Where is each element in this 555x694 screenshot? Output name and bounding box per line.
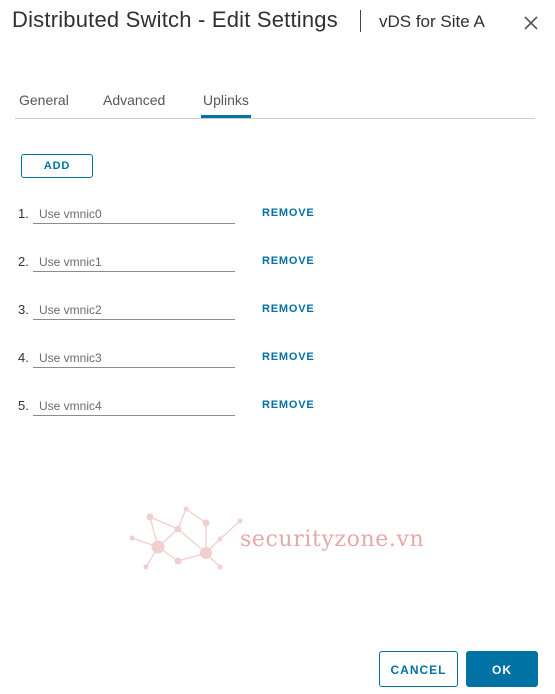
remove-uplink-button[interactable]: REMOVE (262, 399, 314, 411)
title-divider (360, 10, 361, 32)
tab-bar: General Advanced Uplinks (15, 82, 535, 119)
dialog-title: Distributed Switch - Edit Settings (12, 7, 338, 32)
uplink-number: 5. (18, 398, 29, 413)
close-icon (524, 16, 538, 30)
uplink-number: 4. (18, 350, 29, 365)
uplink-number: 3. (18, 302, 29, 317)
uplink-row: 4. Use vmnic3 REMOVE (0, 350, 555, 380)
remove-uplink-button[interactable]: REMOVE (262, 207, 314, 219)
uplink-name-field[interactable]: Use vmnic1 (33, 252, 235, 272)
add-uplink-button[interactable]: ADD (21, 154, 93, 178)
watermark-text: securityzone.vn (240, 527, 425, 552)
remove-uplink-button[interactable]: REMOVE (262, 351, 314, 363)
remove-uplink-button[interactable]: REMOVE (262, 255, 314, 267)
uplink-name-field[interactable]: Use vmnic2 (33, 300, 235, 320)
uplink-row: 1. Use vmnic0 REMOVE (0, 206, 555, 236)
tab-general[interactable]: General (17, 82, 71, 117)
uplink-row: 3. Use vmnic2 REMOVE (0, 302, 555, 332)
tab-uplinks[interactable]: Uplinks (201, 82, 251, 118)
dialog-subtitle: vDS for Site A (379, 12, 485, 31)
uplink-row: 5. Use vmnic4 REMOVE (0, 398, 555, 428)
uplink-number: 1. (18, 206, 29, 221)
uplink-row: 2. Use vmnic1 REMOVE (0, 254, 555, 284)
tab-advanced[interactable]: Advanced (101, 82, 167, 117)
uplink-name-field[interactable]: Use vmnic0 (33, 204, 235, 224)
uplink-name-field[interactable]: Use vmnic3 (33, 348, 235, 368)
close-button[interactable] (520, 12, 542, 34)
uplink-number: 2. (18, 254, 29, 269)
uplink-name-field[interactable]: Use vmnic4 (33, 396, 235, 416)
ok-button[interactable]: OK (466, 651, 538, 687)
cancel-button[interactable]: CANCEL (379, 651, 458, 687)
edit-settings-dialog: Distributed Switch - Edit Settings vDS f… (0, 0, 555, 694)
remove-uplink-button[interactable]: REMOVE (262, 303, 314, 315)
